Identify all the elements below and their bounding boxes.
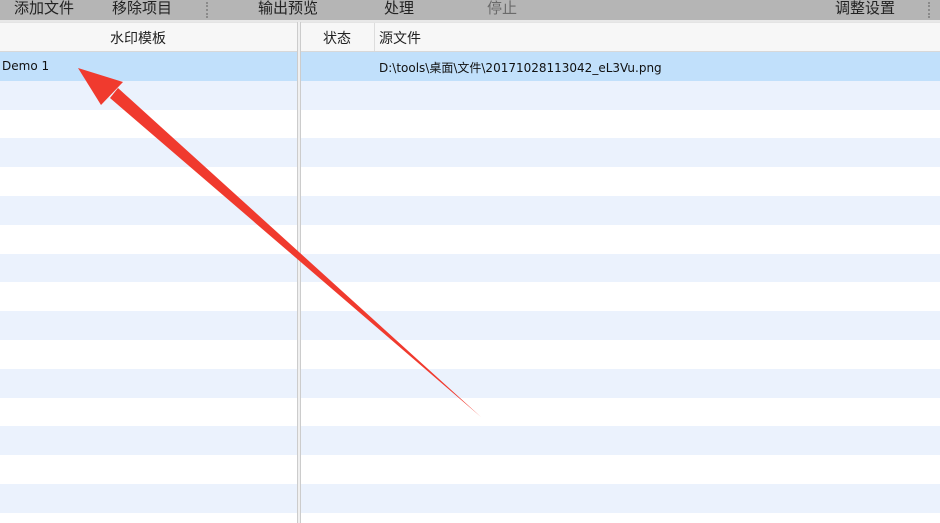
empty-row [0,311,297,340]
toolbar: 添加文件 移除项目 输出预览 处理 停止 调整设置 [0,0,940,22]
stop-button[interactable]: 停止 [487,0,517,18]
empty-row [301,398,940,427]
empty-row [0,398,297,427]
process-button[interactable]: 处理 [384,0,414,18]
toolbar-separator [928,2,931,18]
empty-row [301,483,940,513]
empty-row [301,282,940,311]
empty-row [0,80,297,110]
empty-row [301,368,940,398]
status-header-label: 状态 [323,31,351,47]
template-name: Demo 1 [2,59,50,73]
empty-row [301,110,940,139]
settings-button[interactable]: 调整设置 [835,0,895,18]
empty-row [0,340,297,369]
empty-row [301,195,940,225]
empty-row [0,282,297,311]
status-column-header[interactable]: 状态 [301,23,375,51]
template-column-header[interactable]: 水印模板 [110,28,166,48]
empty-row [301,253,940,283]
template-rows: Demo 1 [0,52,297,513]
template-header[interactable]: 水印模板 [0,22,297,52]
empty-row [301,167,940,196]
empty-row [0,110,297,139]
empty-row [301,225,940,254]
empty-row [0,483,297,513]
empty-row [0,225,297,254]
empty-row [301,340,940,369]
empty-row [301,80,940,110]
empty-row [301,138,940,168]
file-rows: D:\tools\桌面\文件\20171028113042_eL3Vu.png [301,52,940,513]
add-file-button[interactable]: 添加文件 [14,0,74,18]
empty-row [301,455,940,484]
empty-row [0,195,297,225]
empty-row [0,253,297,283]
table-row[interactable]: D:\tools\桌面\文件\20171028113042_eL3Vu.png [301,52,940,81]
source-column-header[interactable]: 源文件 [379,28,421,48]
empty-row [301,311,940,340]
source-cell: D:\tools\桌面\文件\20171028113042_eL3Vu.png [379,61,662,75]
template-list: 水印模板 Demo 1 [0,22,297,523]
empty-row [0,167,297,196]
empty-row [0,368,297,398]
file-header: 状态 源文件 [301,22,940,52]
remove-item-button[interactable]: 移除项目 [112,0,172,18]
empty-row [0,426,297,456]
file-list: 状态 源文件 D:\tools\桌面\文件\20171028113042_eL3… [301,22,940,523]
list-item[interactable]: Demo 1 [0,52,297,81]
empty-row [0,455,297,484]
empty-row [0,138,297,168]
toolbar-separator [206,2,209,18]
preview-output-button[interactable]: 输出预览 [258,0,318,18]
empty-row [301,426,940,456]
